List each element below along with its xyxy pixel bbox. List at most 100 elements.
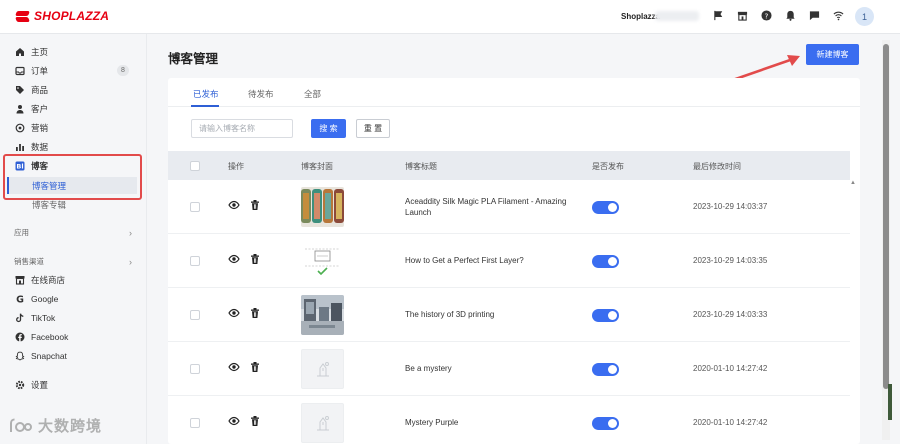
help-icon[interactable]: ? [760,9,772,21]
table-row: How to Get a Perfect First Layer? 2023-1… [168,234,850,288]
search-input[interactable] [191,119,293,138]
sidebar-item-label: 数据 [31,141,49,152]
section-label: 应用 [14,228,29,237]
search-button[interactable]: 搜 索 [311,119,346,138]
delete-trash-icon[interactable] [249,253,261,265]
sidebar-item-orders[interactable]: 订单 8 [0,61,147,80]
modified-time: 2020-01-10 14:27:42 [693,364,768,373]
avatar[interactable]: 1 [855,7,874,26]
modified-time: 2023-10-29 14:03:37 [693,202,768,211]
brand-name: SHOPLAZZA [34,9,110,23]
sidebar-item-google[interactable]: G Google [0,289,147,308]
sidebar-item-marketing[interactable]: 营销 [0,118,147,137]
publish-toggle[interactable] [592,309,619,322]
status-tabs: 已发布 待发布 全部 [168,78,860,107]
row-actions [228,253,261,265]
sidebar-item-online-store[interactable]: 在线商店 [0,270,147,289]
row-checkbox[interactable] [190,364,200,374]
flag-icon[interactable] [712,9,724,21]
orders-count-badge: 8 [117,65,129,76]
sidebar-section-apps[interactable]: 应用 › [14,227,132,238]
chevron-right-icon: › [129,256,132,267]
brand-logo[interactable]: SHOPLAZZA [16,9,109,23]
sidebar-item-label: 订单 [31,65,49,76]
preview-eye-icon[interactable] [228,253,240,265]
delete-trash-icon[interactable] [249,415,261,427]
column-op: 操作 [228,162,244,171]
section-label: 销售渠道 [14,257,44,266]
bar-chart-icon [14,141,25,152]
sidebar-item-products[interactable]: 商品 [0,80,147,99]
sidebar-item-settings[interactable]: 设置 [0,375,147,394]
blog-title[interactable]: Mystery Purple [405,417,575,428]
preview-eye-icon[interactable] [228,307,240,319]
publish-toggle[interactable] [592,201,619,214]
sidebar-item-label: Snapchat [31,350,67,361]
row-actions [228,199,261,211]
gear-icon [14,379,25,390]
tab-pending[interactable]: 待发布 [248,88,274,100]
preview-eye-icon[interactable] [228,199,240,211]
watermark-text: 大数跨境 [38,418,103,435]
publish-toggle[interactable] [592,417,619,430]
facebook-icon [14,331,25,342]
sidebar-item-label: 营销 [31,122,49,133]
row-checkbox[interactable] [190,256,200,266]
sidebar-item-snapchat[interactable]: Snapchat [0,346,147,365]
sidebar-item-tiktok[interactable]: TikTok [0,308,147,327]
delete-trash-icon[interactable] [249,307,261,319]
publish-toggle[interactable] [592,255,619,268]
blog-title[interactable]: Be a mystery [405,363,575,374]
shop-domain-blurred [655,11,699,21]
sidebar-item-facebook[interactable]: Facebook [0,327,147,346]
blog-title[interactable]: How to Get a Perfect First Layer? [405,255,575,266]
store-icon [14,274,25,285]
row-checkbox[interactable] [190,202,200,212]
table-row: Mystery Purple 2020-01-10 14:27:42 [168,396,850,444]
delete-trash-icon[interactable] [249,199,261,211]
bell-icon[interactable] [784,9,796,21]
tiktok-icon [14,312,25,323]
side-widget-tab[interactable] [888,384,892,420]
publish-toggle[interactable] [592,363,619,376]
sidebar-item-label: 设置 [31,379,49,390]
sidebar-item-label: TikTok [31,312,56,323]
sidebar-item-customers[interactable]: 客户 [0,99,147,118]
table-row: Aceaddity Silk Magic PLA Filament - Amaz… [168,180,850,234]
blog-cover-placeholder [301,403,344,443]
blog-cover-image [301,187,344,227]
message-icon[interactable] [808,9,820,21]
blog-list-card: 已发布 待发布 全部 搜 索 重 置 操作 博客封面 博客标题 是否发布 最后修… [168,78,860,444]
modified-time: 2023-10-29 14:03:35 [693,256,768,265]
google-icon: G [14,293,25,304]
sidebar-section-sales-channels[interactable]: 销售渠道 › [14,256,132,267]
store-icon[interactable] [736,9,748,21]
column-published: 是否发布 [592,162,624,171]
sidebar-item-home[interactable]: 主页 [0,42,147,61]
wifi-icon[interactable] [832,9,844,21]
preview-eye-icon[interactable] [228,361,240,373]
snapchat-icon [14,350,25,361]
blog-title[interactable]: The history of 3D printing [405,309,575,320]
blog-cover-placeholder [301,349,344,389]
sidebar-item-label: Google [31,293,59,304]
select-all-checkbox[interactable] [190,161,200,171]
row-actions [228,307,261,319]
row-checkbox[interactable] [190,310,200,320]
page-scrollbar-thumb[interactable] [883,44,889,389]
row-checkbox[interactable] [190,418,200,428]
blog-title[interactable]: Aceaddity Silk Magic PLA Filament - Amaz… [405,196,575,218]
tab-published[interactable]: 已发布 [193,88,219,100]
row-actions [228,361,261,373]
table-header: 操作 博客封面 博客标题 是否发布 最后修改时间 [168,151,850,180]
marketing-icon [14,122,25,133]
sidebar: 主页 订单 8 商品 客户 营销 数据 Bl 博客 博客管理 博客专辑 应用 ›… [0,34,147,444]
tag-icon [14,84,25,95]
reset-button[interactable]: 重 置 [356,119,390,138]
delete-trash-icon[interactable] [249,361,261,373]
tab-all[interactable]: 全部 [304,88,321,100]
new-blog-button[interactable]: 新建博客 [806,44,859,65]
preview-eye-icon[interactable] [228,415,240,427]
table-scroll-up-icon[interactable]: ▲ [850,180,856,186]
chevron-right-icon: › [129,227,132,238]
